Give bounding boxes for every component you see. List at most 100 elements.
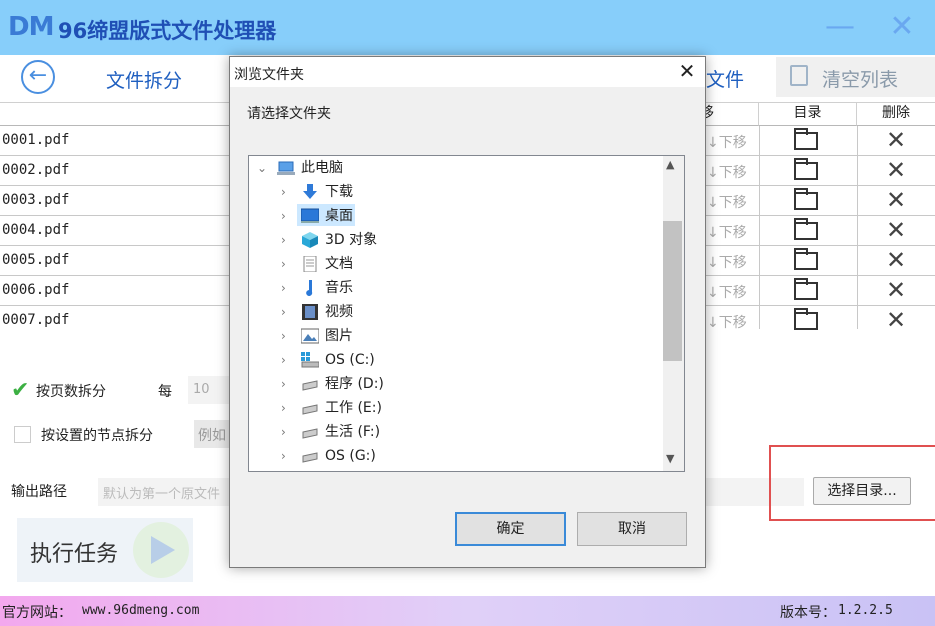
move-down-button[interactable]: ↓下移	[707, 252, 747, 272]
file-name: 0004.pdf	[2, 222, 70, 238]
cancel-button[interactable]: 取消	[577, 512, 687, 546]
file-name: 0005.pdf	[2, 252, 70, 268]
chevron-down-icon[interactable]: ⌄	[257, 157, 267, 179]
chevron-right-icon[interactable]: ›	[281, 349, 286, 371]
folder-icon[interactable]	[794, 218, 818, 240]
delete-icon[interactable]: ✕	[886, 128, 906, 152]
tree-item-desktop[interactable]: 桌面	[325, 205, 353, 227]
tree-item-pictures[interactable]: 图片	[325, 325, 353, 347]
tree-item-drive-g[interactable]: OS (G:)	[325, 445, 376, 467]
scroll-down-icon[interactable]: ▼	[666, 452, 674, 465]
dialog-title: 浏览文件夹	[234, 67, 304, 83]
tree-item-drive-e[interactable]: 工作 (E:)	[325, 397, 382, 419]
tree-item-drive-d[interactable]: 程序 (D:)	[325, 373, 384, 395]
chevron-right-icon[interactable]: ›	[281, 445, 286, 467]
split-by-pages-label[interactable]: 按页数拆分	[36, 381, 106, 401]
column-header-dir-label: 目录	[793, 105, 822, 121]
documents-icon	[303, 256, 317, 272]
split-by-pages-checkmark[interactable]: ✔	[11, 378, 29, 403]
chevron-right-icon[interactable]: ›	[281, 181, 286, 203]
computer-icon	[277, 161, 295, 175]
dialog-prompt: 请选择文件夹	[247, 106, 331, 122]
chevron-right-icon[interactable]: ›	[281, 253, 286, 275]
chevron-right-icon[interactable]: ›	[281, 301, 286, 323]
tree-item-videos[interactable]: 视频	[325, 301, 353, 323]
desktop-folder-icon	[301, 208, 319, 223]
choose-directory-button[interactable]: 选择目录...	[813, 477, 911, 505]
move-down-button[interactable]: ↓下移	[707, 162, 747, 182]
videos-icon	[302, 304, 318, 320]
folder-icon[interactable]	[794, 248, 818, 270]
folder-icon[interactable]	[794, 188, 818, 210]
folder-icon[interactable]	[794, 308, 818, 330]
chevron-right-icon[interactable]: ›	[281, 205, 286, 227]
move-down-button[interactable]: ↓下移	[707, 132, 747, 152]
file-name: 0002.pdf	[2, 162, 70, 178]
tree-item-drive-f[interactable]: 生活 (F:)	[325, 421, 380, 443]
dialog-close-button[interactable]: ✕	[674, 58, 700, 84]
move-down-button[interactable]: ↓下移	[707, 282, 747, 302]
drive-icon	[302, 428, 318, 439]
tree-item-music[interactable]: 音乐	[325, 277, 353, 299]
delete-icon[interactable]: ✕	[886, 158, 906, 182]
app-logo: DM	[8, 12, 54, 42]
tree-item-this-pc[interactable]: 此电脑	[301, 157, 343, 179]
column-header-delete: 删除	[857, 102, 935, 126]
column-divider	[759, 126, 760, 329]
pages-per-split-input[interactable]: 10	[188, 376, 232, 404]
tab-file-split[interactable]: 文件拆分	[106, 66, 182, 93]
ok-button[interactable]: 确定	[455, 512, 566, 546]
tree-item-3d-objects[interactable]: 3D 对象	[325, 229, 377, 251]
website-link[interactable]: www.96dmeng.com	[82, 603, 199, 618]
drive-icon	[302, 380, 318, 391]
folder-icon[interactable]	[794, 158, 818, 180]
execute-task-label: 执行任务	[30, 542, 119, 567]
chevron-right-icon[interactable]: ›	[281, 397, 286, 419]
tree-item-downloads[interactable]: 下载	[325, 181, 353, 203]
delete-icon[interactable]: ✕	[886, 248, 906, 272]
music-icon	[306, 280, 313, 296]
chevron-right-icon[interactable]: ›	[281, 325, 286, 347]
folder-tree[interactable]: ⌄ 此电脑 › 下载 › 桌面 › 3D 对象 › 文档 › 音乐 › 视频 ›…	[248, 155, 685, 472]
delete-icon[interactable]: ✕	[886, 218, 906, 242]
column-header-delete-label: 删除	[882, 105, 910, 121]
folder-icon[interactable]	[794, 278, 818, 300]
move-down-button[interactable]: ↓下移	[707, 192, 747, 212]
file-name: 0006.pdf	[2, 282, 70, 298]
chevron-right-icon[interactable]: ›	[281, 229, 286, 251]
version-label: 版本号：	[780, 605, 836, 621]
app-title: 96缔盟版式文件处理器	[58, 19, 277, 43]
chevron-right-icon[interactable]: ›	[281, 421, 286, 443]
file-name: 0001.pdf	[2, 132, 70, 148]
tree-item-documents[interactable]: 文档	[325, 253, 353, 275]
move-down-button[interactable]: ↓下移	[707, 312, 747, 332]
scrollbar-thumb[interactable]	[663, 221, 682, 361]
split-by-node-checkbox[interactable]	[14, 426, 31, 443]
column-header-move: 移	[700, 102, 759, 126]
drive-icon	[302, 404, 318, 415]
scroll-up-icon[interactable]: ▲	[666, 158, 674, 171]
chevron-right-icon[interactable]: ›	[281, 373, 286, 395]
tab-file-partial[interactable]: 文件	[706, 65, 744, 92]
drive-icon	[302, 452, 318, 463]
windows-drive-icon	[301, 352, 319, 368]
pictures-icon	[301, 328, 319, 344]
delete-icon[interactable]: ✕	[886, 308, 906, 332]
delete-icon[interactable]: ✕	[886, 188, 906, 212]
clear-list-label: 清空列表	[822, 69, 899, 91]
split-by-node-label[interactable]: 按设置的节点拆分	[41, 425, 153, 445]
minimize-button[interactable]: —	[822, 10, 858, 46]
node-input[interactable]: 例如	[194, 420, 234, 448]
delete-icon[interactable]: ✕	[886, 278, 906, 302]
back-button[interactable]: ←	[21, 60, 55, 94]
column-header-dir: 目录	[759, 102, 857, 126]
trash-icon	[790, 65, 808, 86]
close-button[interactable]: ✕	[882, 10, 922, 46]
chevron-right-icon[interactable]: ›	[281, 277, 286, 299]
download-folder-icon	[303, 184, 317, 199]
tree-item-drive-c[interactable]: OS (C:)	[325, 349, 375, 371]
file-name: 0007.pdf	[2, 312, 70, 328]
output-path-label: 输出路径	[11, 484, 67, 500]
folder-icon[interactable]	[794, 128, 818, 150]
move-down-button[interactable]: ↓下移	[707, 222, 747, 242]
